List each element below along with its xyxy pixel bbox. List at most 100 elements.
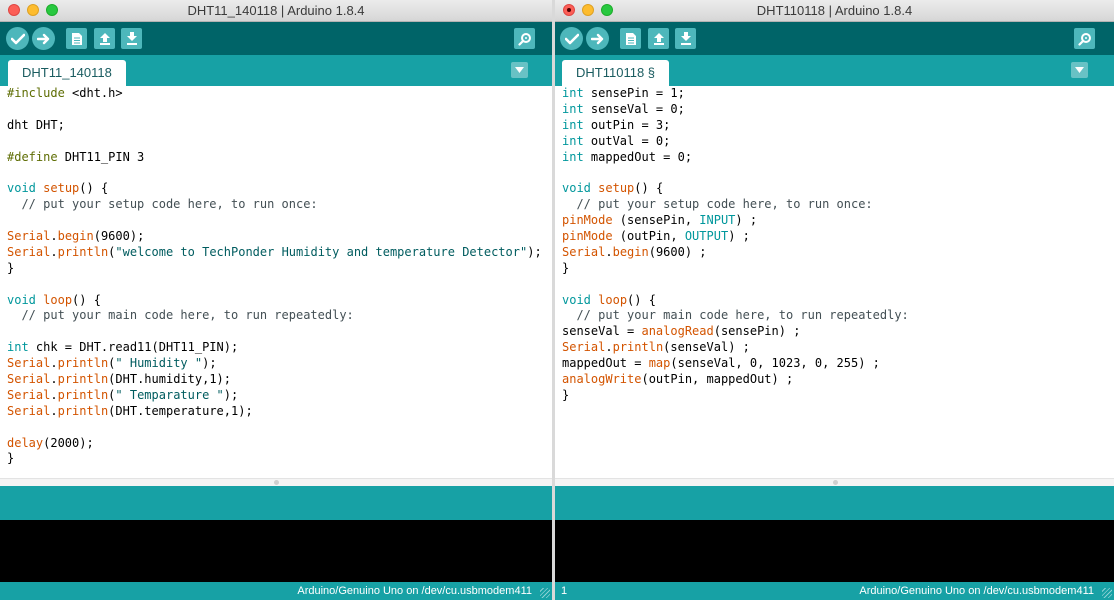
code-line[interactable]: analogWrite(outPin, mappedOut) ; xyxy=(555,372,1114,388)
minimize-window-button[interactable] xyxy=(582,4,594,16)
save-sketch-button[interactable] xyxy=(121,28,142,49)
code-line[interactable]: ​ xyxy=(0,420,552,436)
close-window-button[interactable] xyxy=(563,4,575,16)
pane-splitter[interactable] xyxy=(0,478,552,486)
code-line[interactable]: Serial.println(" Temparature "); xyxy=(0,388,552,404)
open-sketch-button[interactable] xyxy=(94,28,115,49)
code-token: println xyxy=(612,340,664,355)
splitter-grip[interactable] xyxy=(832,480,838,485)
code-line[interactable]: ​ xyxy=(0,134,552,150)
code-editor[interactable]: #include <dht.h>​dht DHT;​#define DHT11_… xyxy=(0,86,552,478)
minimize-window-button[interactable] xyxy=(27,4,39,16)
code-line[interactable]: Serial.println(senseVal) ; xyxy=(555,340,1114,356)
zoom-window-button[interactable] xyxy=(46,4,58,16)
code-token: Serial xyxy=(7,387,51,402)
close-window-button[interactable] xyxy=(8,4,20,16)
code-line[interactable]: ​ xyxy=(555,165,1114,181)
code-line[interactable]: delay(2000); xyxy=(0,436,552,452)
new-sketch-button[interactable] xyxy=(66,28,87,49)
serial-monitor-button[interactable] xyxy=(1074,28,1095,49)
title-bar: DHT110118 | Arduino 1.8.4 xyxy=(555,0,1114,22)
code-line[interactable]: ​ xyxy=(0,277,552,293)
save-sketch-button[interactable] xyxy=(675,28,696,49)
code-line[interactable]: ​ xyxy=(0,213,552,229)
new-file-icon xyxy=(625,32,636,45)
code-line[interactable]: } xyxy=(0,451,552,467)
code-line[interactable]: mappedOut = map(senseVal, 0, 1023, 0, 25… xyxy=(555,356,1114,372)
resize-grip[interactable] xyxy=(1102,588,1112,598)
code-token: delay xyxy=(7,435,44,450)
code-line[interactable]: Serial.begin(9600) ; xyxy=(555,245,1114,261)
code-token: (DHT.humidity,1); xyxy=(108,372,231,387)
code-token: dht DHT; xyxy=(7,117,65,132)
code-line[interactable]: void setup() { xyxy=(555,181,1114,197)
open-sketch-button[interactable] xyxy=(648,28,669,49)
code-line[interactable]: void setup() { xyxy=(0,181,552,197)
tab-sketch[interactable]: DHT11_140118 xyxy=(8,60,126,86)
check-icon xyxy=(10,33,25,44)
code-line[interactable]: // put your main code here, to run repea… xyxy=(555,308,1114,324)
tab-menu-button[interactable] xyxy=(511,62,528,78)
upload-button[interactable] xyxy=(32,27,55,50)
new-sketch-button[interactable] xyxy=(620,28,641,49)
code-line[interactable]: pinMode (outPin, OUTPUT) ; xyxy=(555,229,1114,245)
code-line[interactable]: } xyxy=(0,261,552,277)
code-line[interactable]: void loop() { xyxy=(0,293,552,309)
code-line[interactable]: #include <dht.h> xyxy=(0,86,552,102)
code-line[interactable]: senseVal = analogRead(sensePin) ; xyxy=(555,324,1114,340)
code-line[interactable]: #define DHT11_PIN 3 xyxy=(0,150,552,166)
resize-grip[interactable] xyxy=(540,588,550,598)
code-token: . xyxy=(605,340,613,355)
code-token: sensePin = 1; xyxy=(583,86,685,100)
code-line[interactable]: ​ xyxy=(555,277,1114,293)
code-token: " Humidity " xyxy=(115,356,203,371)
console-output[interactable] xyxy=(0,520,552,582)
code-line[interactable]: // put your setup code here, to run once… xyxy=(0,197,552,213)
code-line[interactable]: // put your setup code here, to run once… xyxy=(555,197,1114,213)
code-line[interactable]: dht DHT; xyxy=(0,118,552,134)
serial-monitor-button[interactable] xyxy=(514,28,535,49)
code-line[interactable]: ​ xyxy=(0,165,552,181)
code-token: chk = DHT.read11(DHT11_PIN); xyxy=(28,340,239,355)
code-token: () { xyxy=(79,181,109,196)
code-line[interactable]: } xyxy=(555,261,1114,277)
code-line[interactable]: int senseVal = 0; xyxy=(555,102,1114,118)
code-token: . xyxy=(50,403,58,418)
verify-button[interactable] xyxy=(560,27,583,50)
code-line[interactable]: int outPin = 3; xyxy=(555,118,1114,134)
code-line[interactable]: int outVal = 0; xyxy=(555,134,1114,150)
code-line[interactable]: int chk = DHT.read11(DHT11_PIN); xyxy=(0,340,552,356)
code-token: int xyxy=(7,340,29,355)
code-line[interactable]: void loop() { xyxy=(555,293,1114,309)
triangle-down-icon xyxy=(1075,67,1084,73)
code-line[interactable]: ​ xyxy=(0,102,552,118)
code-token: . xyxy=(50,244,58,259)
verify-button[interactable] xyxy=(6,27,29,50)
new-file-icon xyxy=(71,32,82,45)
code-line[interactable]: int sensePin = 1; xyxy=(555,86,1114,102)
code-line[interactable]: Serial.println(" Humidity "); xyxy=(0,356,552,372)
tab-menu-button[interactable] xyxy=(1071,62,1088,78)
code-line[interactable]: // put your main code here, to run repea… xyxy=(0,308,552,324)
code-line[interactable]: } xyxy=(555,388,1114,404)
code-line[interactable]: Serial.println(DHT.temperature,1); xyxy=(0,404,552,420)
code-line[interactable]: Serial.println("welcome to TechPonder Hu… xyxy=(0,245,552,261)
pane-splitter[interactable] xyxy=(555,478,1114,486)
arduino-window-left: DHT11_140118 | Arduino 1.8.4 DHT11_14011… xyxy=(0,0,552,600)
code-token: println xyxy=(57,244,109,259)
tab-sketch[interactable]: DHT110118 § xyxy=(562,60,670,86)
code-token: #define xyxy=(7,149,58,164)
code-editor[interactable]: int sensePin = 1; int senseVal = 0; int ou… xyxy=(555,86,1114,478)
code-line[interactable]: Serial.println(DHT.humidity,1); xyxy=(0,372,552,388)
code-token: begin xyxy=(612,244,649,259)
upload-button[interactable] xyxy=(586,27,609,50)
code-token: void xyxy=(562,292,591,307)
code-line[interactable]: ​ xyxy=(0,324,552,340)
splitter-grip[interactable] xyxy=(274,480,279,485)
code-token: mappedOut = 0; xyxy=(583,149,693,164)
code-line[interactable]: int mappedOut = 0; xyxy=(555,150,1114,166)
code-line[interactable]: pinMode (sensePin, INPUT) ; xyxy=(555,213,1114,229)
code-line[interactable]: Serial.begin(9600); xyxy=(0,229,552,245)
zoom-window-button[interactable] xyxy=(601,4,613,16)
console-output[interactable] xyxy=(555,520,1114,582)
